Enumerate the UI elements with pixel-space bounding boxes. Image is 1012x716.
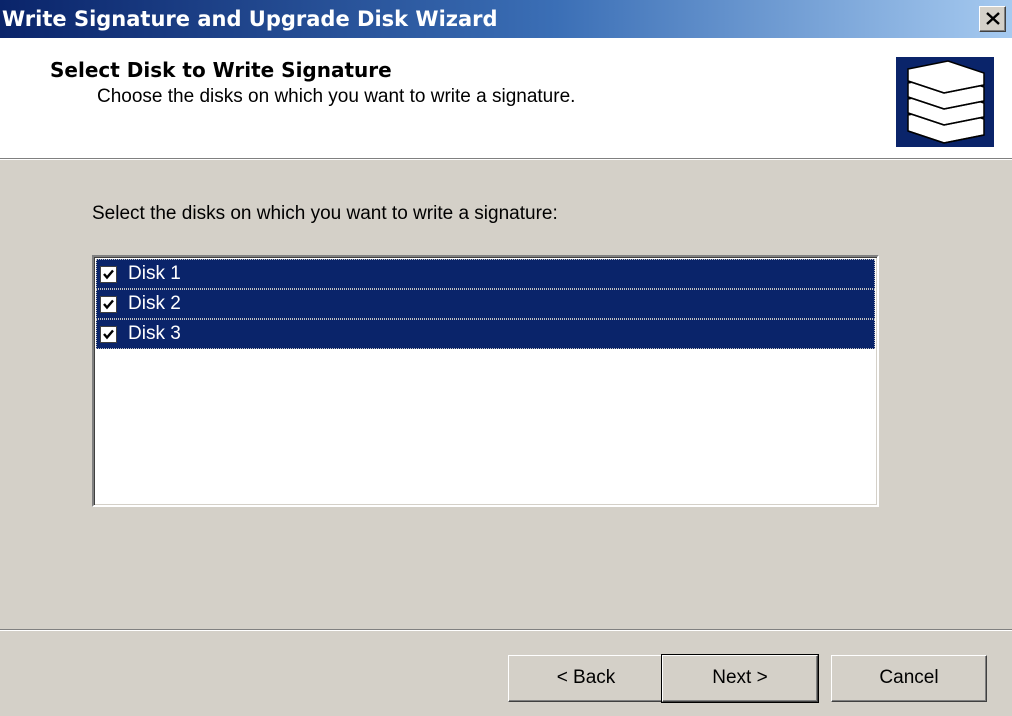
disk-2-label: Disk 2 xyxy=(128,293,181,314)
checkmark-icon xyxy=(103,299,114,310)
list-item-disk-1[interactable]: Disk 1 xyxy=(96,259,875,289)
list-item-disk-3[interactable]: Disk 3 xyxy=(96,319,875,349)
wizard-dialog: Write Signature and Upgrade Disk Wizard … xyxy=(0,0,1012,716)
instruction-label: Select the disks on which you want to wr… xyxy=(92,203,558,224)
footer-divider-highlight xyxy=(0,630,1012,631)
disk-stack-icon xyxy=(896,57,994,147)
disk-listbox[interactable]: Disk 1 Disk 2 Disk 3 xyxy=(92,255,879,507)
list-item-disk-2[interactable]: Disk 2 xyxy=(96,289,875,319)
window-title: Write Signature and Upgrade Disk Wizard xyxy=(2,7,498,31)
wizard-header: Select Disk to Write Signature Choose th… xyxy=(0,38,1012,158)
page-title: Select Disk to Write Signature xyxy=(50,58,392,82)
disk-1-label: Disk 1 xyxy=(128,263,181,284)
next-button[interactable]: Next > xyxy=(661,654,819,703)
back-button[interactable]: < Back xyxy=(508,655,664,702)
disk-3-label: Disk 3 xyxy=(128,323,181,344)
disk-3-checkbox[interactable] xyxy=(100,326,117,343)
title-bar[interactable]: Write Signature and Upgrade Disk Wizard xyxy=(0,0,1012,38)
close-icon xyxy=(986,12,1000,25)
disk-1-checkbox[interactable] xyxy=(100,266,117,283)
close-button[interactable] xyxy=(979,6,1006,32)
checkmark-icon xyxy=(103,329,114,340)
page-subtitle: Choose the disks on which you want to wr… xyxy=(97,86,576,107)
disk-2-checkbox[interactable] xyxy=(100,296,117,313)
header-divider-highlight xyxy=(0,159,1012,160)
checkmark-icon xyxy=(103,269,114,280)
cancel-button[interactable]: Cancel xyxy=(831,655,987,702)
